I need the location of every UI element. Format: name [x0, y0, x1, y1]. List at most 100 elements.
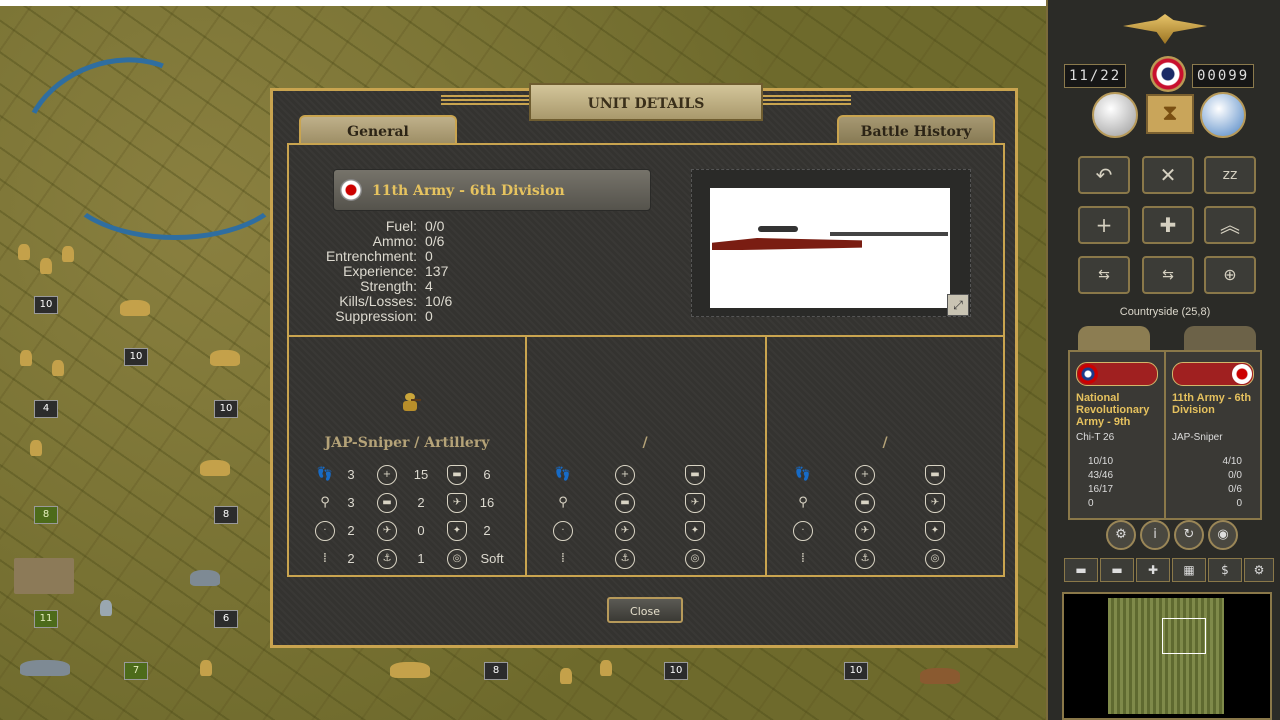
tab-air-combat[interactable] — [1184, 326, 1256, 350]
grid-value: 2 — [347, 523, 355, 538]
target-type-icon: ◎ — [685, 549, 705, 569]
cavalry-unit[interactable] — [920, 668, 960, 684]
cycle-unit-button[interactable]: ↻ — [1174, 520, 1204, 550]
artillery-unit[interactable] — [200, 460, 230, 476]
bunker-unit[interactable] — [14, 558, 74, 594]
weather-moon-icon[interactable] — [1092, 92, 1138, 138]
infantry-unit[interactable] — [20, 350, 32, 366]
stat-row-experience: Experience: 137 — [289, 264, 619, 279]
terrain-label: Countryside (25,8) — [1119, 306, 1211, 318]
infantry-unit[interactable] — [18, 244, 30, 260]
ground-units-button[interactable]: ▬ — [1064, 558, 1098, 582]
turn-counter: 11/22 — [1064, 64, 1127, 88]
air-defense-icon: ✈ — [925, 493, 945, 513]
stat-label: Kills/Losses: — [339, 293, 417, 309]
stat-value: 0/6 — [425, 233, 445, 249]
nation-roundel-icon — [1150, 56, 1186, 92]
elite-reinforce-button[interactable]: ✚ — [1142, 206, 1194, 244]
stat-label: Strength: — [360, 278, 417, 294]
undo-button[interactable]: ↶ — [1078, 156, 1130, 194]
unit-strength-badge: 4 — [34, 400, 58, 418]
tab-ground-combat[interactable] — [1078, 326, 1150, 350]
prestige-shop-button[interactable]: $ — [1208, 558, 1242, 582]
roc-flag-icon — [1078, 364, 1098, 384]
embark-naval-button[interactable]: ⇆ — [1078, 256, 1130, 294]
grid-value: 15 — [413, 467, 429, 482]
infantry-unit[interactable] — [30, 440, 42, 456]
tab-general[interactable]: General — [299, 115, 457, 145]
unit-details-content: 11th Army - 6th Division Fuel: 0/0 Ammo: 0… — [287, 143, 1005, 577]
range-icon: · — [793, 521, 813, 541]
prestige-counter: 00099 — [1192, 64, 1255, 88]
japan-flag-icon — [340, 179, 362, 201]
target-type-icon: ◎ — [447, 549, 467, 569]
unit-strength-badge: 10 — [664, 662, 688, 680]
ground-defense-icon: ▬ — [925, 465, 945, 485]
deploy-button[interactable]: ✚ — [1136, 558, 1170, 582]
unit-picture — [710, 188, 950, 308]
air-attack-icon: ✈ — [377, 521, 397, 541]
defender-entrenchment: 0 — [1236, 498, 1242, 509]
stat-value: 0 — [425, 308, 433, 324]
artillery-unit[interactable] — [20, 660, 70, 676]
stat-value: 10/6 — [425, 293, 453, 309]
rifle-stock — [712, 238, 862, 250]
cavalry-unit[interactable] — [390, 662, 430, 678]
minimap-terrain — [1108, 598, 1224, 714]
end-turn-hourglass-button[interactable]: ⧗ — [1146, 94, 1194, 134]
grid-value: 6 — [483, 467, 491, 482]
unit-name: 11th Army - 6th Division — [372, 183, 565, 199]
stat-row-suppression: Suppression: 0 — [289, 309, 619, 324]
tab-battle-history[interactable]: Battle History — [837, 115, 995, 145]
artillery-unit[interactable] — [210, 350, 240, 366]
minimap-viewport[interactable] — [1162, 618, 1206, 654]
mount-transport-button[interactable]: ⇆ — [1142, 256, 1194, 294]
vehicles-button[interactable]: ▬ — [1100, 558, 1134, 582]
stat-value: 0/0 — [425, 218, 445, 234]
stat-value: 4 — [425, 278, 433, 294]
expand-icon[interactable]: ⤢ — [947, 294, 969, 316]
infantry-unit[interactable] — [40, 258, 52, 274]
combat-preview: National Revolutionary Army - 9th Chi-T … — [1068, 350, 1262, 520]
reinforce-button[interactable]: + — [1078, 206, 1130, 244]
weather-sky-icon[interactable] — [1200, 92, 1246, 138]
unit-strength-badge: 7 — [124, 662, 148, 680]
upgrade-button[interactable]: ︽ — [1204, 206, 1256, 244]
sleep-button[interactable]: zz — [1204, 156, 1256, 194]
infantry-unit[interactable] — [52, 360, 64, 376]
defender-name: 11th Army - 6th Division — [1172, 392, 1252, 416]
message-button[interactable]: ◉ — [1208, 520, 1238, 550]
transport-column: / 👣 + ▬ ⚲ ▬ ✈ · ✈ ✦ ⁞ ⚓ ◎ — [527, 337, 763, 575]
close-defense-icon: ✦ — [447, 521, 467, 541]
stat-label: Experience: — [343, 263, 417, 279]
air-defense-icon: ✈ — [447, 493, 467, 513]
infantry-unit[interactable] — [62, 246, 74, 262]
grid-toggle-button[interactable]: ▦ — [1172, 558, 1206, 582]
defender-flag — [1172, 362, 1254, 386]
infantry-unit[interactable] — [600, 660, 612, 676]
artillery-unit[interactable] — [190, 570, 220, 586]
minimap[interactable] — [1062, 592, 1272, 720]
unit-list-button[interactable]: ⚙ — [1106, 520, 1136, 550]
river — [60, 120, 290, 240]
movement-icon: 👣 — [794, 467, 812, 482]
sea-air-transport-class-name: / — [882, 435, 888, 451]
disband-button[interactable]: ✕ — [1142, 156, 1194, 194]
target-button[interactable]: ⊕ — [1204, 256, 1256, 294]
attacker-type: Chi-T 26 — [1076, 432, 1115, 443]
stat-row-fuel: Fuel: 0/0 — [289, 219, 619, 234]
infantry-unit[interactable] — [200, 660, 212, 676]
settings-gear-button[interactable]: ⚙ — [1244, 558, 1274, 582]
movement-icon: 👣 — [316, 467, 334, 482]
close-button[interactable]: Close — [607, 597, 683, 623]
ammo-icon: ⁞ — [800, 551, 806, 566]
sniper-sprite-icon — [403, 393, 421, 411]
infantry-unit[interactable] — [100, 600, 112, 616]
artillery-unit[interactable] — [120, 300, 150, 316]
ammo-icon: ⁞ — [322, 551, 328, 566]
turn-total: 22 — [1100, 68, 1122, 84]
infantry-unit[interactable] — [560, 668, 572, 684]
attacker-ammo: 16/17 — [1088, 484, 1114, 495]
soft-attack-icon: + — [615, 465, 635, 485]
info-button[interactable]: i — [1140, 520, 1170, 550]
